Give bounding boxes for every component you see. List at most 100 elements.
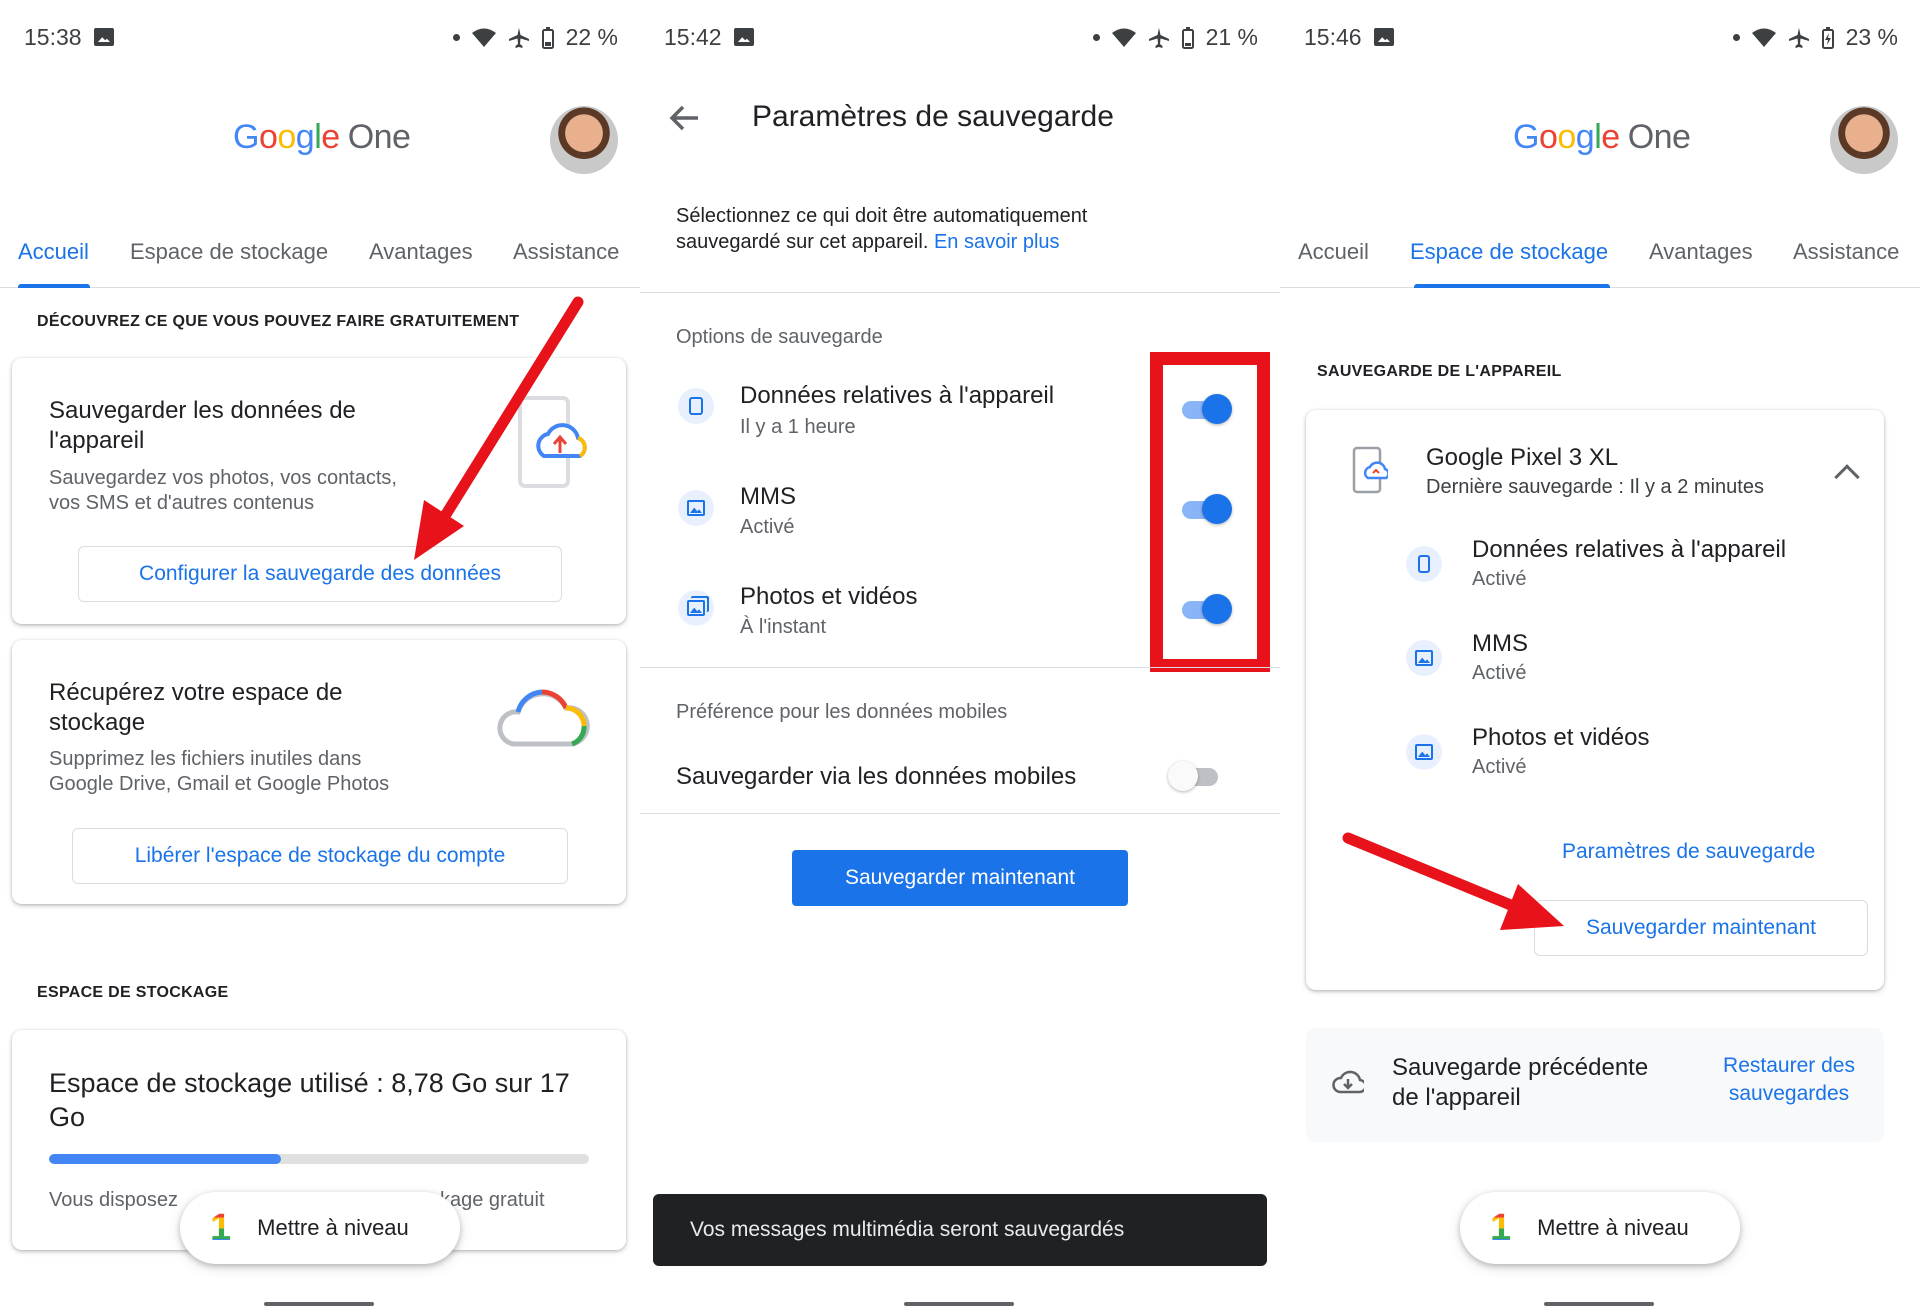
logo-letter: G	[233, 118, 259, 156]
storage-card-title: stockage	[49, 709, 146, 736]
storage-card-title: Récupérez votre espace de	[49, 679, 343, 706]
mobile-data-toggle[interactable]	[1168, 761, 1222, 791]
storage-card-subtitle: Google Drive, Gmail et Google Photos	[49, 773, 390, 795]
google-one-logo: Google One	[1513, 118, 1691, 157]
logo-letter: g	[295, 118, 315, 156]
upgrade-label: Mettre à niveau	[257, 1215, 409, 1240]
mobile-data-option: Sauvegarder via les données mobiles	[676, 763, 1077, 790]
cloud-download-icon	[1332, 1070, 1364, 1094]
image-notification-icon	[734, 28, 754, 46]
backup-now-button[interactable]: Sauvegarder maintenant	[792, 850, 1128, 906]
wifi-icon	[471, 28, 496, 47]
upgrade-fab[interactable]: 1 Mettre à niveau	[1460, 1192, 1740, 1264]
learn-more-link[interactable]: En savoir plus	[934, 231, 1060, 253]
status-time: 15:46	[1304, 24, 1362, 50]
snackbar: Vos messages multimédia seront sauvegard…	[653, 1194, 1267, 1266]
logo-one: One	[347, 118, 411, 156]
storage-progress-bar	[49, 1154, 589, 1164]
tab-home[interactable]: Accueil	[1298, 239, 1369, 265]
active-tab-indicator	[1414, 284, 1610, 288]
notification-dot-icon	[1732, 34, 1740, 41]
panel-backup-settings: 15:42 21 % Paramètres de sauvegarde Séle…	[640, 0, 1280, 1316]
logo-letter: o	[258, 118, 278, 156]
free-storage-button[interactable]: Libérer l'espace de stockage du compte	[72, 828, 568, 884]
device-backup-icon	[1352, 446, 1388, 494]
logo-letter: e	[321, 118, 340, 156]
divider	[640, 813, 1280, 814]
previous-backup-card: Sauvegarde précédente de l'appareil Rest…	[1306, 1028, 1884, 1142]
gesture-bar	[1544, 1302, 1654, 1306]
image-icon	[678, 490, 714, 526]
backup-options-label: Options de sauvegarde	[676, 326, 883, 348]
upgrade-fab[interactable]: 1 Mettre à niveau	[180, 1192, 460, 1264]
intro-text: Sélectionnez ce qui doit être automatiqu…	[676, 203, 1196, 255]
previous-backup-title: Sauvegarde précédente	[1392, 1054, 1649, 1081]
logo-letter: g	[1575, 118, 1595, 156]
google-one-icon: 1	[1490, 1206, 1512, 1249]
intro-line: sauvegardé sur cet appareil.	[676, 231, 929, 253]
phone-icon	[1406, 546, 1442, 582]
restore-backups-link[interactable]: sauvegardes	[1716, 1082, 1862, 1106]
battery-percent: 22 %	[565, 24, 618, 50]
tab-benefits[interactable]: Avantages	[369, 239, 473, 265]
item-mms-status: Activé	[1472, 662, 1527, 684]
intro-line-with-link: sauvegardé sur cet appareil. En savoir p…	[676, 229, 1196, 255]
configure-backup-button[interactable]: Configurer la sauvegarde des données	[78, 546, 562, 602]
gesture-bar	[264, 1302, 374, 1306]
active-tab-indicator	[18, 284, 90, 288]
intro-line: Sélectionnez ce qui doit être automatiqu…	[676, 205, 1088, 227]
backup-now-button[interactable]: Sauvegarder maintenant	[1534, 900, 1868, 956]
tab-storage[interactable]: Espace de stockage	[130, 239, 328, 265]
avatar[interactable]	[550, 106, 618, 174]
wifi-icon	[1751, 28, 1776, 47]
section-storage: ESPACE DE STOCKAGE	[37, 984, 229, 1001]
logo-letter: o	[1538, 118, 1558, 156]
item-photos-title: Photos et vidéos	[1472, 724, 1650, 751]
status-right: 23 %	[1732, 24, 1898, 51]
backup-card-subtitle: vos SMS et d'autres contenus	[49, 492, 315, 514]
tab-storage[interactable]: Espace de stockage	[1410, 239, 1608, 265]
phone-cloud-icon	[518, 396, 587, 488]
item-device-data-status: Activé	[1472, 568, 1527, 590]
tab-support[interactable]: Assistance	[513, 239, 619, 265]
logo-letter: o	[1557, 118, 1576, 156]
chevron-up-icon[interactable]	[1834, 464, 1860, 490]
phone-icon	[678, 388, 714, 424]
status-right: 21 %	[1092, 24, 1258, 51]
image-notification-icon	[1374, 28, 1394, 46]
backup-card-title: l'appareil	[49, 427, 145, 454]
battery-icon	[541, 26, 554, 49]
battery-percent: 21 %	[1205, 24, 1258, 50]
divider	[640, 667, 1280, 668]
image-icon	[1406, 640, 1442, 676]
notification-dot-icon	[1092, 34, 1100, 41]
option-mms-status: Activé	[740, 516, 795, 538]
storage-card-subtitle: Supprimez les fichiers inutiles dans	[49, 748, 362, 770]
cloud-icon	[497, 689, 590, 747]
avatar[interactable]	[1830, 106, 1898, 174]
status-time: 15:42	[664, 24, 722, 50]
item-device-data-title: Données relatives à l'appareil	[1472, 536, 1787, 563]
photos-icon	[678, 590, 714, 626]
photos-icon	[1406, 734, 1442, 770]
airplane-icon	[508, 27, 529, 48]
option-photos-title: Photos et vidéos	[740, 583, 918, 610]
section-device-backup: SAUVEGARDE DE L'APPAREIL	[1317, 363, 1562, 380]
wifi-icon	[1111, 28, 1136, 47]
logo-letter: o	[277, 118, 296, 156]
annotation-highlight-box	[1150, 352, 1270, 672]
tab-benefits[interactable]: Avantages	[1649, 239, 1753, 265]
device-name: Google Pixel 3 XL	[1426, 444, 1619, 471]
google-one-logo: Google One	[233, 118, 411, 157]
airplane-icon	[1148, 27, 1169, 48]
battery-icon	[1181, 26, 1194, 49]
restore-backups-link[interactable]: Restaurer des	[1716, 1054, 1862, 1078]
mobile-data-label: Préférence pour les données mobiles	[676, 701, 1008, 723]
tab-support[interactable]: Assistance	[1793, 239, 1899, 265]
option-photos-status: À l'instant	[740, 616, 827, 638]
tab-bar: Accueil Espace de stockage Avantages Ass…	[1280, 236, 1920, 288]
back-arrow-icon[interactable]	[668, 104, 700, 132]
backup-settings-link[interactable]: Paramètres de sauvegarde	[1562, 840, 1815, 864]
status-right: 22 %	[452, 24, 618, 51]
tab-home[interactable]: Accueil	[18, 239, 89, 265]
